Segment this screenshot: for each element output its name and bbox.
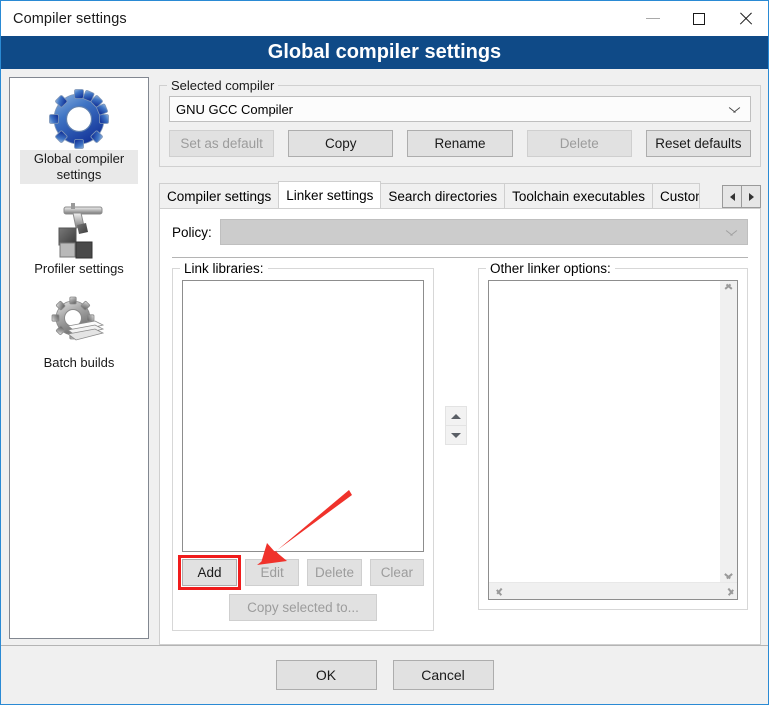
cancel-button[interactable]: Cancel	[392, 660, 494, 690]
selected-compiler-group: Selected compiler GNU GCC Compiler Set a…	[159, 78, 761, 167]
close-icon	[738, 11, 753, 26]
chevron-down-icon	[726, 229, 737, 236]
title-bar: Compiler settings	[1, 1, 768, 36]
add-button-wrapper: Add	[178, 555, 241, 590]
linker-panes: Link libraries: Add Edit Delete Clear Co…	[172, 261, 748, 631]
sidebar-item-batch-builds[interactable]: Batch builds	[10, 292, 148, 372]
settings-category-sidebar: Global compiler settings Profiler settin…	[9, 77, 149, 639]
tab-custom[interactable]: Custom	[652, 183, 700, 208]
editor-body	[489, 281, 737, 582]
vertical-scrollbar[interactable]	[720, 281, 737, 582]
selected-compiler-group-title: Selected compiler	[167, 78, 279, 93]
page-title: Global compiler settings	[1, 36, 768, 69]
copy-selected-row: Copy selected to...	[182, 594, 424, 621]
maximize-icon	[693, 12, 705, 25]
reorder-spinner	[445, 406, 467, 445]
ok-button[interactable]: OK	[275, 660, 377, 690]
triangle-left-icon	[729, 192, 735, 201]
caption-button-group	[630, 1, 768, 36]
tab-search-directories[interactable]: Search directories	[380, 183, 506, 208]
other-linker-options-group: Other linker options:	[478, 261, 748, 610]
triangle-down-icon	[451, 432, 461, 438]
triangle-right-icon	[748, 192, 754, 201]
sidebar-item-label: Profiler settings	[34, 261, 124, 276]
other-linker-options-pane: Other linker options:	[478, 261, 748, 610]
copy-compiler-button[interactable]: Copy	[288, 130, 394, 157]
chevron-up-icon[interactable]	[724, 284, 733, 293]
sidebar-item-label: Global compiler settings	[20, 150, 138, 184]
compiler-select-value: GNU GCC Compiler	[176, 101, 294, 117]
reset-defaults-button[interactable]: Reset defaults	[645, 130, 752, 157]
gear-stack-icon	[48, 292, 110, 354]
minimize-button[interactable]	[630, 1, 676, 36]
copy-selected-to-button[interactable]: Copy selected to...	[229, 594, 377, 621]
settings-content-panel: Selected compiler GNU GCC Compiler Set a…	[159, 77, 761, 645]
other-linker-options-editor	[488, 280, 738, 600]
link-libraries-listbox[interactable]	[182, 280, 424, 552]
link-libraries-group: Link libraries: Add Edit Delete Clear Co…	[172, 261, 434, 631]
rename-compiler-button[interactable]: Rename	[407, 130, 513, 157]
link-libraries-group-title: Link libraries:	[180, 261, 268, 276]
tab-toolchain-executables[interactable]: Toolchain executables	[504, 183, 653, 208]
minimize-icon	[646, 18, 660, 19]
library-reorder-controls	[434, 268, 478, 445]
chevron-down-icon	[729, 106, 740, 113]
other-linker-options-textarea[interactable]	[489, 281, 720, 582]
linker-settings-page: Policy: Link libraries: Add Edit Delete …	[159, 208, 761, 645]
dialog-footer: OK Cancel	[1, 645, 768, 704]
delete-compiler-button[interactable]: Delete	[526, 130, 632, 157]
dialog-body: Global compiler settings Profiler settin…	[1, 69, 768, 645]
sidebar-item-label: Batch builds	[43, 355, 115, 370]
compiler-actions-row: Set as default Copy Rename Delete Reset …	[169, 130, 752, 157]
tab-scroll-right-button[interactable]	[741, 185, 761, 208]
compiler-settings-dialog: Compiler settings Global compiler settin…	[0, 0, 769, 705]
tab-scroll-buttons	[722, 185, 761, 208]
close-button[interactable]	[722, 1, 768, 36]
tab-linker-settings[interactable]: Linker settings	[278, 181, 382, 208]
policy-row: Policy:	[172, 219, 748, 245]
clear-libraries-button[interactable]: Clear	[369, 559, 424, 586]
compiler-select-combobox[interactable]: GNU GCC Compiler	[169, 96, 751, 122]
edit-library-button[interactable]: Edit	[245, 559, 300, 586]
section-divider	[172, 257, 748, 258]
policy-combobox[interactable]	[219, 219, 748, 245]
tab-compiler-settings[interactable]: Compiler settings	[159, 183, 280, 208]
robot-arm-icon	[48, 198, 110, 260]
delete-library-button[interactable]: Delete	[307, 559, 362, 586]
blue-gear-icon	[48, 88, 110, 150]
tab-scroll-left-button[interactable]	[722, 185, 742, 208]
window-title: Compiler settings	[13, 10, 127, 27]
policy-label: Policy:	[172, 224, 212, 240]
chevron-right-icon[interactable]	[724, 587, 733, 596]
horizontal-scrollbar[interactable]	[489, 582, 737, 599]
sidebar-item-profiler-settings[interactable]: Profiler settings	[10, 198, 148, 278]
settings-tab-strip: Compiler settings Linker settings Search…	[159, 181, 761, 208]
move-down-button[interactable]	[446, 425, 466, 444]
sidebar-item-global-compiler-settings[interactable]: Global compiler settings	[10, 88, 148, 184]
set-as-default-button[interactable]: Set as default	[169, 130, 275, 157]
add-library-button[interactable]: Add	[182, 559, 237, 586]
chevron-down-icon[interactable]	[724, 570, 733, 579]
maximize-button[interactable]	[676, 1, 722, 36]
move-up-button[interactable]	[446, 407, 466, 425]
triangle-up-icon	[451, 413, 461, 419]
other-linker-options-group-title: Other linker options:	[486, 261, 615, 276]
link-libraries-buttons-row: Add Edit Delete Clear	[178, 555, 424, 590]
link-libraries-pane: Link libraries: Add Edit Delete Clear Co…	[172, 261, 434, 631]
chevron-left-icon[interactable]	[493, 587, 502, 596]
